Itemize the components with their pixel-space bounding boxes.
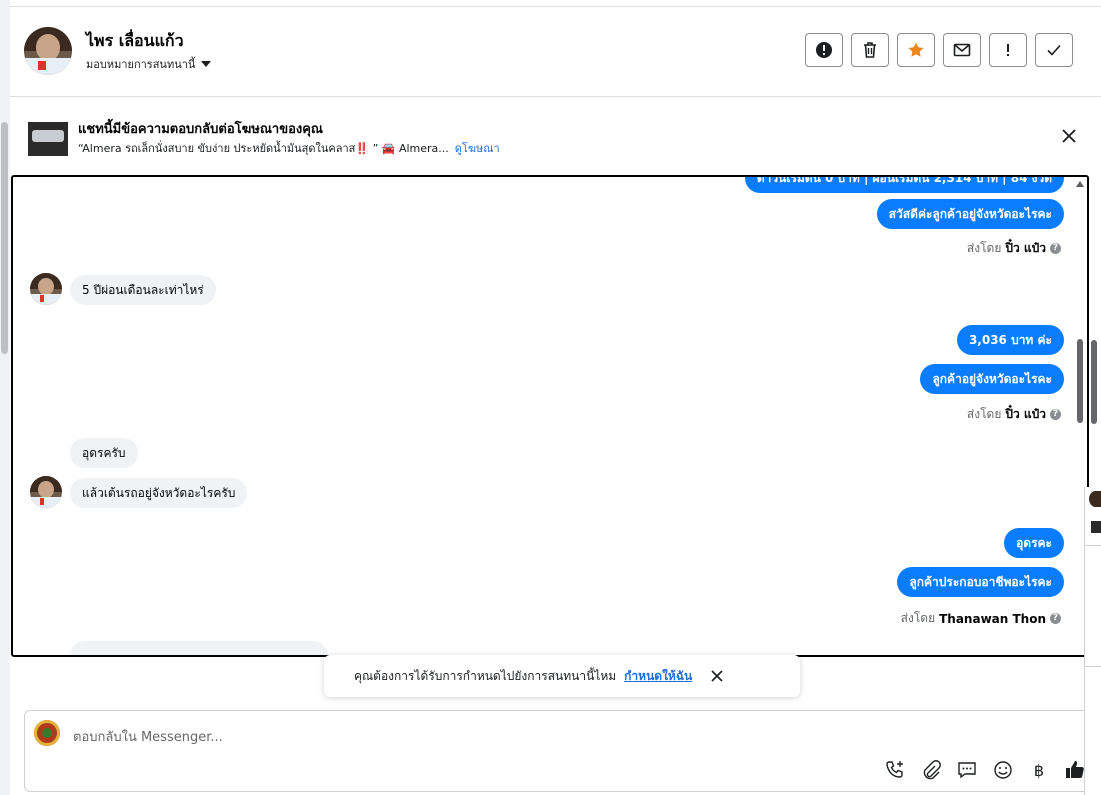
phone-add-icon [886, 761, 903, 778]
left-scrollbar[interactable] [0, 0, 10, 795]
reply-input[interactable]: ตอบกลับใน Messenger... [73, 726, 223, 747]
follow-up-button[interactable] [897, 33, 935, 67]
incoming-message[interactable]: แล้วเต้นรถอยู่จังหวัดอะไรครับ [70, 478, 248, 508]
paperclip-icon [923, 760, 941, 780]
reply-composer[interactable]: ตอบกลับใน Messenger... ฿ [24, 710, 1101, 792]
spam-button[interactable] [989, 33, 1027, 67]
close-icon[interactable] [1059, 126, 1079, 146]
baht-icon: ฿ [1033, 760, 1045, 780]
message-thread[interactable]: ดาวน์เริ่มต้น 0 บาท | ผ่อนเริ่มต้น 2,314… [11, 175, 1089, 657]
page-avatar [34, 720, 60, 746]
alert-circle-icon [816, 42, 832, 58]
chat-bubble-icon [958, 762, 976, 779]
mark-unread-button[interactable] [943, 33, 981, 67]
mark-done-button[interactable] [1035, 33, 1073, 67]
payment-button[interactable]: ฿ [1028, 759, 1050, 781]
sent-by-prefix: ส่งโดย [966, 407, 1002, 421]
sent-by-prefix: ส่งโดย [966, 241, 1002, 255]
incoming-message[interactable]: อุดรครับ [70, 438, 138, 468]
help-icon[interactable]: ? [1050, 613, 1061, 624]
assign-dropdown[interactable]: มอบหมายการสนทนานี้ [86, 55, 212, 73]
envelope-icon [953, 43, 971, 57]
sent-by-label: ส่งโดย ปิ๋ว แป๋ว ? [967, 405, 1061, 424]
saved-replies-button[interactable] [956, 759, 978, 781]
sent-by-name: ปิ๋ว แป๋ว [1005, 407, 1046, 421]
right-side-panel [1084, 487, 1101, 795]
outgoing-message[interactable]: ลูกค้าอยู่จังหวัดอะไรคะ [920, 364, 1064, 394]
thumbs-up-icon [1066, 761, 1084, 778]
exclamation-icon [1007, 44, 1009, 56]
contact-avatar[interactable] [24, 27, 72, 75]
incoming-message-partial[interactable] [70, 641, 328, 655]
call-button[interactable] [884, 759, 906, 781]
outgoing-message[interactable]: 3,036 บาท ค่ะ [956, 325, 1064, 355]
contact-avatar-small[interactable] [30, 476, 62, 508]
report-button[interactable] [805, 33, 843, 67]
sent-by-label: ส่งโดย Thanawan Thon ? [901, 609, 1061, 628]
like-button[interactable] [1064, 759, 1086, 781]
emoji-icon [994, 761, 1012, 779]
trash-icon [864, 42, 876, 58]
chevron-down-icon [201, 61, 212, 67]
left-scrollbar-thumb[interactable] [1, 122, 8, 354]
sent-by-name: ปิ๋ว แป๋ว [1005, 241, 1046, 255]
ad-banner-subtitle: “Almera รถเล็กนั่งสบาย ขับง่าย ประหยัดน้… [78, 139, 500, 157]
scroll-up-icon[interactable] [1076, 181, 1084, 187]
attach-button[interactable] [920, 759, 942, 781]
delete-button[interactable] [851, 33, 889, 67]
assign-to-me-link[interactable]: กำหนดให้ฉัน [624, 667, 692, 686]
conversation-header: ไพร เลื่อนแก้ว มอบหมายการสนทนานี้ [10, 7, 1101, 97]
outgoing-message[interactable]: อุดรคะ [1004, 528, 1064, 558]
thread-scrollbar-thumb[interactable] [1077, 339, 1083, 423]
help-icon[interactable]: ? [1050, 243, 1061, 254]
composer-tools: ฿ [884, 759, 1086, 781]
outgoing-message[interactable]: สวัสดีค่ะลูกค้าอยู่จังหวัดอะไรคะ [876, 199, 1064, 229]
help-icon[interactable]: ? [1050, 409, 1061, 420]
panel-avatar-partial [1089, 491, 1101, 507]
emoji-button[interactable] [992, 759, 1014, 781]
outgoing-message[interactable]: ดาวน์เริ่มต้น 0 บาท | ผ่อนเริ่มต้น 2,314… [744, 177, 1064, 193]
sent-by-prefix: ส่งโดย [900, 611, 936, 625]
star-icon [908, 42, 924, 57]
contact-avatar-small[interactable] [30, 273, 62, 305]
page-scrollbar-thumb[interactable] [1091, 340, 1097, 424]
incoming-message[interactable]: 5 ปีผ่อนเดือนละเท่าไหร่ [70, 275, 216, 305]
ad-thumbnail[interactable] [28, 116, 68, 156]
outgoing-message[interactable]: ลูกค้าประกอบอาชีพอะไรคะ [897, 567, 1064, 597]
ad-text: “Almera รถเล็กนั่งสบาย ขับง่าย ประหยัดน้… [78, 142, 449, 155]
check-icon [1047, 44, 1061, 56]
view-ad-link[interactable]: ดูโฆษณา [455, 139, 500, 157]
assign-prompt-text: คุณต้องการได้รับการกำหนดไปยังการสนทนานี้… [354, 668, 617, 683]
ad-banner-title: แชทนี้มีข้อความตอบกลับต่อโฆษณาของคุณ [78, 122, 323, 137]
panel-thumbnail-partial [1091, 521, 1101, 533]
assign-label: มอบหมายการสนทนานี้ [86, 58, 196, 71]
header-toolbar [805, 33, 1073, 67]
panel-card-partial [1085, 545, 1101, 667]
ad-reply-banner: แชทนี้มีข้อความตอบกลับต่อโฆษณาของคุณ “Al… [10, 97, 1101, 175]
contact-name[interactable]: ไพร เลื่อนแก้ว [86, 29, 184, 54]
assign-prompt-toast: คุณต้องการได้รับการกำหนดไปยังการสนทนานี้… [324, 655, 800, 697]
sent-by-label: ส่งโดย ปิ๋ว แป๋ว ? [967, 239, 1061, 258]
sent-by-name: Thanawan Thon [939, 611, 1046, 626]
close-icon[interactable] [710, 669, 724, 683]
